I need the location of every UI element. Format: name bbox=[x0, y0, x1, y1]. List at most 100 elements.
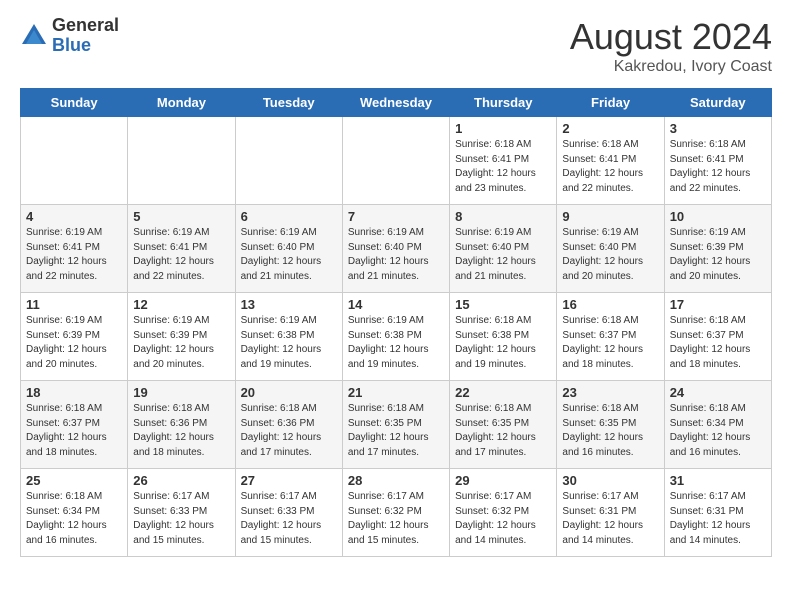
day-number: 4 bbox=[26, 209, 122, 224]
day-info: Sunrise: 6:19 AM Sunset: 6:41 PM Dayligh… bbox=[133, 226, 229, 284]
day-number: 25 bbox=[26, 473, 122, 488]
calendar-cell: 10 Sunrise: 6:19 AM Sunset: 6:39 PM Dayli… bbox=[664, 205, 771, 293]
calendar-cell: 23 Sunrise: 6:18 AM Sunset: 6:35 PM Dayli… bbox=[557, 381, 664, 469]
day-number: 14 bbox=[348, 297, 444, 312]
weekday-header: Saturday bbox=[664, 89, 771, 117]
day-number: 10 bbox=[670, 209, 766, 224]
title-block: August 2024 Kakredou, Ivory Coast bbox=[570, 16, 772, 76]
calendar-cell bbox=[235, 117, 342, 205]
day-info: Sunrise: 6:17 AM Sunset: 6:31 PM Dayligh… bbox=[562, 490, 658, 548]
logo: General Blue bbox=[20, 16, 119, 56]
calendar-cell: 30 Sunrise: 6:17 AM Sunset: 6:31 PM Dayli… bbox=[557, 469, 664, 557]
day-info: Sunrise: 6:18 AM Sunset: 6:36 PM Dayligh… bbox=[241, 402, 337, 460]
calendar-cell: 17 Sunrise: 6:18 AM Sunset: 6:37 PM Dayli… bbox=[664, 293, 771, 381]
day-number: 12 bbox=[133, 297, 229, 312]
calendar-cell: 9 Sunrise: 6:19 AM Sunset: 6:40 PM Daylig… bbox=[557, 205, 664, 293]
day-info: Sunrise: 6:18 AM Sunset: 6:41 PM Dayligh… bbox=[670, 138, 766, 196]
calendar-cell: 20 Sunrise: 6:18 AM Sunset: 6:36 PM Dayli… bbox=[235, 381, 342, 469]
day-number: 28 bbox=[348, 473, 444, 488]
calendar-cell: 28 Sunrise: 6:17 AM Sunset: 6:32 PM Dayli… bbox=[342, 469, 449, 557]
day-info: Sunrise: 6:18 AM Sunset: 6:38 PM Dayligh… bbox=[455, 314, 551, 372]
calendar-cell: 4Sunrise: 6:19 AM Sunset: 6:41 PM Daylig… bbox=[21, 205, 128, 293]
day-info: Sunrise: 6:19 AM Sunset: 6:40 PM Dayligh… bbox=[455, 226, 551, 284]
day-info: Sunrise: 6:19 AM Sunset: 6:39 PM Dayligh… bbox=[26, 314, 122, 372]
day-info: Sunrise: 6:18 AM Sunset: 6:35 PM Dayligh… bbox=[562, 402, 658, 460]
day-info: Sunrise: 6:18 AM Sunset: 6:36 PM Dayligh… bbox=[133, 402, 229, 460]
day-number: 5 bbox=[133, 209, 229, 224]
day-number: 24 bbox=[670, 385, 766, 400]
day-info: Sunrise: 6:17 AM Sunset: 6:33 PM Dayligh… bbox=[241, 490, 337, 548]
calendar-cell: 29Sunrise: 6:17 AM Sunset: 6:32 PM Dayli… bbox=[450, 469, 557, 557]
day-number: 11 bbox=[26, 297, 122, 312]
calendar-cell: 27Sunrise: 6:17 AM Sunset: 6:33 PM Dayli… bbox=[235, 469, 342, 557]
day-number: 13 bbox=[241, 297, 337, 312]
calendar-cell: 24 Sunrise: 6:18 AM Sunset: 6:34 PM Dayli… bbox=[664, 381, 771, 469]
day-info: Sunrise: 6:18 AM Sunset: 6:37 PM Dayligh… bbox=[562, 314, 658, 372]
day-info: Sunrise: 6:19 AM Sunset: 6:39 PM Dayligh… bbox=[133, 314, 229, 372]
day-number: 3 bbox=[670, 121, 766, 136]
day-info: Sunrise: 6:18 AM Sunset: 6:35 PM Dayligh… bbox=[455, 402, 551, 460]
page-header: General Blue August 2024 Kakredou, Ivory… bbox=[20, 16, 772, 76]
day-number: 30 bbox=[562, 473, 658, 488]
day-info: Sunrise: 6:18 AM Sunset: 6:41 PM Dayligh… bbox=[455, 138, 551, 196]
day-info: Sunrise: 6:18 AM Sunset: 6:37 PM Dayligh… bbox=[670, 314, 766, 372]
logo-icon bbox=[20, 22, 48, 50]
day-number: 23 bbox=[562, 385, 658, 400]
calendar-cell: 13Sunrise: 6:19 AM Sunset: 6:38 PM Dayli… bbox=[235, 293, 342, 381]
day-info: Sunrise: 6:17 AM Sunset: 6:32 PM Dayligh… bbox=[348, 490, 444, 548]
weekday-header: Monday bbox=[128, 89, 235, 117]
day-number: 2 bbox=[562, 121, 658, 136]
day-number: 31 bbox=[670, 473, 766, 488]
calendar-cell: 3 Sunrise: 6:18 AM Sunset: 6:41 PM Daylig… bbox=[664, 117, 771, 205]
day-number: 6 bbox=[241, 209, 337, 224]
day-info: Sunrise: 6:19 AM Sunset: 6:39 PM Dayligh… bbox=[670, 226, 766, 284]
calendar-cell: 7Sunrise: 6:19 AM Sunset: 6:40 PM Daylig… bbox=[342, 205, 449, 293]
calendar-cell bbox=[128, 117, 235, 205]
calendar-cell bbox=[342, 117, 449, 205]
day-number: 8 bbox=[455, 209, 551, 224]
day-number: 21 bbox=[348, 385, 444, 400]
day-number: 9 bbox=[562, 209, 658, 224]
day-info: Sunrise: 6:17 AM Sunset: 6:33 PM Dayligh… bbox=[133, 490, 229, 548]
month-title: August 2024 bbox=[570, 16, 772, 58]
calendar-cell: 6Sunrise: 6:19 AM Sunset: 6:40 PM Daylig… bbox=[235, 205, 342, 293]
calendar-cell: 31Sunrise: 6:17 AM Sunset: 6:31 PM Dayli… bbox=[664, 469, 771, 557]
weekday-header: Wednesday bbox=[342, 89, 449, 117]
day-info: Sunrise: 6:18 AM Sunset: 6:41 PM Dayligh… bbox=[562, 138, 658, 196]
calendar-cell: 11 Sunrise: 6:19 AM Sunset: 6:39 PM Dayli… bbox=[21, 293, 128, 381]
day-info: Sunrise: 6:19 AM Sunset: 6:38 PM Dayligh… bbox=[348, 314, 444, 372]
day-number: 18 bbox=[26, 385, 122, 400]
weekday-header: Tuesday bbox=[235, 89, 342, 117]
calendar-cell: 8 Sunrise: 6:19 AM Sunset: 6:40 PM Daylig… bbox=[450, 205, 557, 293]
day-number: 22 bbox=[455, 385, 551, 400]
day-number: 26 bbox=[133, 473, 229, 488]
day-number: 20 bbox=[241, 385, 337, 400]
logo-blue-text: Blue bbox=[52, 36, 119, 56]
calendar-cell: 21 Sunrise: 6:18 AM Sunset: 6:35 PM Dayli… bbox=[342, 381, 449, 469]
day-number: 19 bbox=[133, 385, 229, 400]
day-number: 1 bbox=[455, 121, 551, 136]
calendar-cell: 22 Sunrise: 6:18 AM Sunset: 6:35 PM Dayli… bbox=[450, 381, 557, 469]
calendar-cell bbox=[21, 117, 128, 205]
day-info: Sunrise: 6:19 AM Sunset: 6:40 PM Dayligh… bbox=[562, 226, 658, 284]
day-info: Sunrise: 6:18 AM Sunset: 6:37 PM Dayligh… bbox=[26, 402, 122, 460]
day-info: Sunrise: 6:18 AM Sunset: 6:34 PM Dayligh… bbox=[26, 490, 122, 548]
logo-general-text: General bbox=[52, 16, 119, 36]
calendar-cell: 12 Sunrise: 6:19 AM Sunset: 6:39 PM Dayli… bbox=[128, 293, 235, 381]
day-number: 17 bbox=[670, 297, 766, 312]
day-number: 16 bbox=[562, 297, 658, 312]
calendar-cell: 1 Sunrise: 6:18 AM Sunset: 6:41 PM Daylig… bbox=[450, 117, 557, 205]
calendar-cell: 18 Sunrise: 6:18 AM Sunset: 6:37 PM Dayli… bbox=[21, 381, 128, 469]
day-number: 15 bbox=[455, 297, 551, 312]
calendar-cell: 16 Sunrise: 6:18 AM Sunset: 6:37 PM Dayli… bbox=[557, 293, 664, 381]
calendar-cell: 15 Sunrise: 6:18 AM Sunset: 6:38 PM Dayli… bbox=[450, 293, 557, 381]
calendar-cell: 26 Sunrise: 6:17 AM Sunset: 6:33 PM Dayli… bbox=[128, 469, 235, 557]
weekday-header: Sunday bbox=[21, 89, 128, 117]
day-info: Sunrise: 6:17 AM Sunset: 6:32 PM Dayligh… bbox=[455, 490, 551, 548]
day-info: Sunrise: 6:18 AM Sunset: 6:35 PM Dayligh… bbox=[348, 402, 444, 460]
calendar-table: SundayMondayTuesdayWednesdayThursdayFrid… bbox=[20, 88, 772, 557]
day-number: 7 bbox=[348, 209, 444, 224]
calendar-cell: 19 Sunrise: 6:18 AM Sunset: 6:36 PM Dayli… bbox=[128, 381, 235, 469]
day-info: Sunrise: 6:18 AM Sunset: 6:34 PM Dayligh… bbox=[670, 402, 766, 460]
calendar-cell: 2 Sunrise: 6:18 AM Sunset: 6:41 PM Daylig… bbox=[557, 117, 664, 205]
